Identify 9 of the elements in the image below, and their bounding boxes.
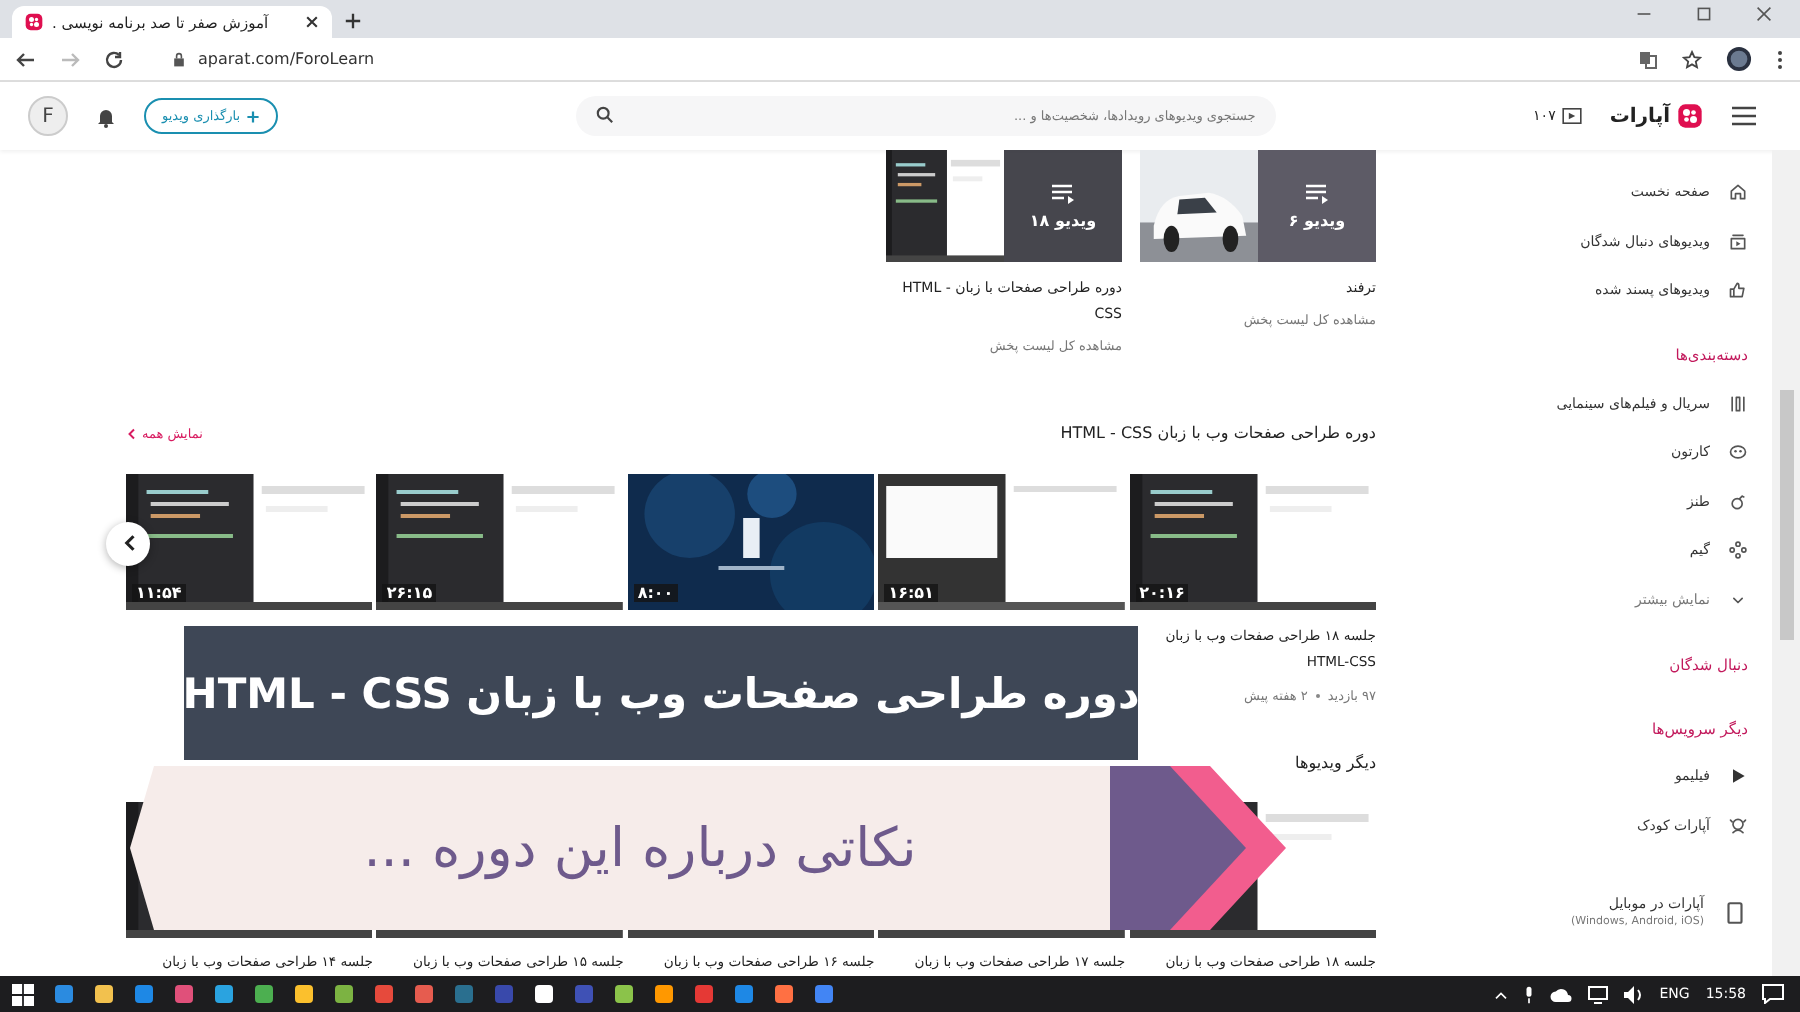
- caption-title: دوره طراحی صفحات وب با زبان HTML - CSS: [184, 626, 1138, 760]
- video-count: ۱۸ ویدیو: [1029, 211, 1097, 229]
- logo-text[interactable]: آپارات: [1609, 105, 1670, 127]
- user-avatar[interactable]: F: [28, 96, 69, 136]
- caption-text: نکاتی درباره این دوره ...: [363, 817, 917, 879]
- section-title: دیگر ویدیوها: [1295, 753, 1376, 772]
- section-title: دوره طراحی صفحات وب با زبان HTML - CSS: [1060, 424, 1376, 443]
- url-text[interactable]: aparat.com/ForoLearn: [198, 50, 375, 68]
- video-count: ۶ ویدیو: [1288, 211, 1346, 229]
